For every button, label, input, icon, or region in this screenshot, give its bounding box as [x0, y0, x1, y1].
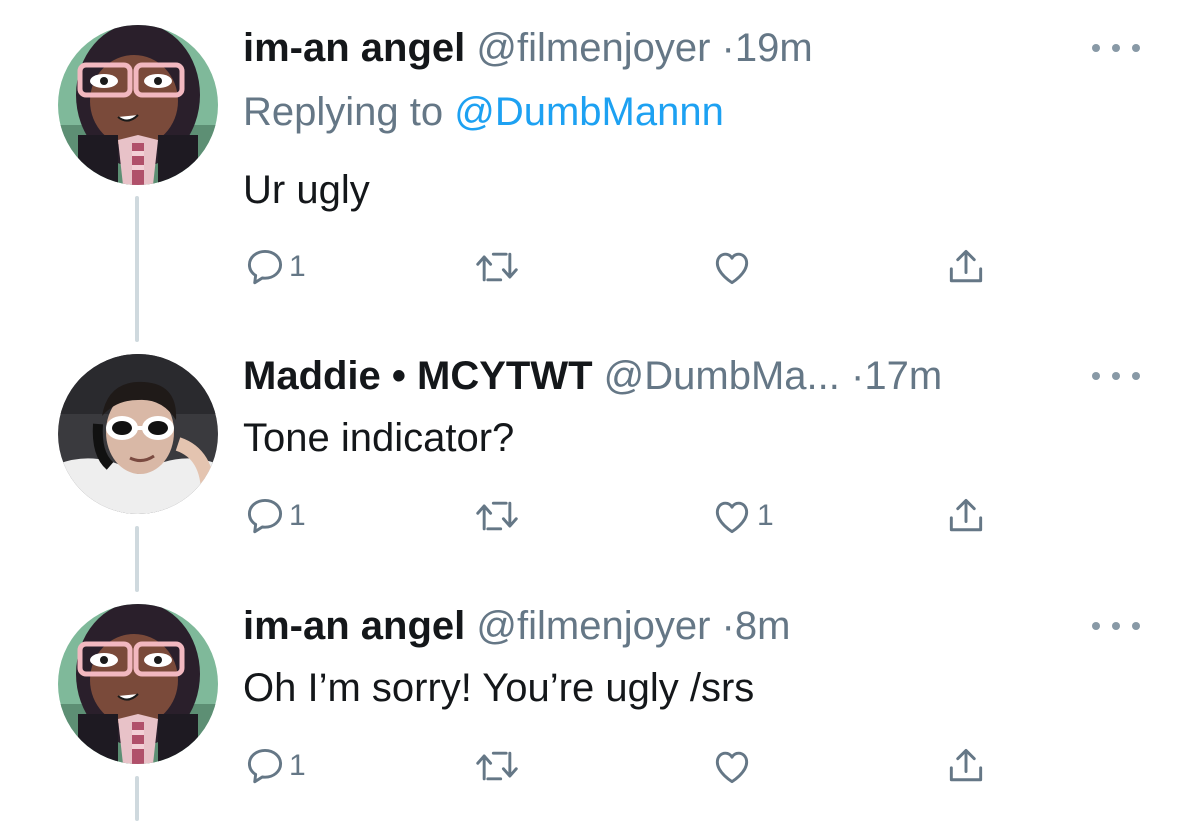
reply-button[interactable]: 1: [243, 494, 306, 538]
tweet-header: im-an angel @filmenjoyer ·8m: [243, 602, 790, 650]
like-button[interactable]: [709, 744, 757, 788]
share-icon: [949, 498, 983, 532]
tweet-header: Maddie • MCYTWT @DumbMa... ·17m: [243, 352, 942, 400]
like-icon: [715, 501, 749, 534]
like-icon: [715, 751, 749, 784]
more-icon[interactable]: [1092, 364, 1140, 388]
tweet-text: Oh I’m sorry! You’re ugly /srs: [243, 666, 755, 710]
reply-button[interactable]: 1: [243, 744, 306, 788]
handle[interactable]: @filmenjoyer: [476, 26, 710, 70]
like-icon: [715, 252, 749, 285]
share-button[interactable]: [943, 245, 989, 289]
tweet-text: Ur ugly: [243, 168, 370, 212]
more-icon[interactable]: [1092, 614, 1140, 638]
reply-count: 1: [289, 749, 306, 782]
person-sunglasses-avatar-image: [58, 354, 218, 514]
reply-count: 1: [289, 499, 306, 532]
cartoon-girl-avatar-image: [58, 25, 218, 185]
display-name[interactable]: im-an angel: [243, 26, 465, 70]
timestamp[interactable]: 17m: [864, 354, 942, 398]
tweet[interactable]: im-an angel @filmenjoyer ·19m Replying t…: [0, 0, 1200, 330]
separator-dot: ·: [721, 26, 735, 70]
replying-to: Replying to @DumbMannn: [243, 88, 724, 136]
tweet[interactable]: im-an angel @filmenjoyer ·8m Oh I’m sorr…: [0, 590, 1200, 821]
cartoon-girl-avatar-image: [58, 604, 218, 764]
like-button[interactable]: 1: [709, 494, 774, 538]
avatar[interactable]: [58, 354, 218, 514]
handle[interactable]: @DumbMa...: [604, 354, 840, 398]
display-name[interactable]: im-an angel: [243, 604, 465, 648]
reply-count: 1: [289, 250, 306, 283]
replying-to-mention[interactable]: @DumbMannn: [454, 90, 724, 134]
share-button[interactable]: [943, 744, 989, 788]
tweet-header: im-an angel @filmenjoyer ·19m: [243, 24, 813, 72]
like-count: 1: [757, 499, 774, 532]
tweet[interactable]: Maddie • MCYTWT @DumbMa... ·17m Tone ind…: [0, 340, 1200, 590]
share-icon: [949, 748, 983, 782]
display-name[interactable]: Maddie • MCYTWT: [243, 354, 593, 398]
avatar[interactable]: [58, 604, 218, 764]
share-button[interactable]: [943, 494, 989, 538]
action-bar: 1: [243, 245, 1003, 289]
handle[interactable]: @filmenjoyer: [476, 604, 710, 648]
retweet-button[interactable]: [473, 494, 521, 538]
separator-dot: ·: [851, 354, 865, 398]
timestamp[interactable]: 8m: [735, 604, 791, 648]
action-bar: 1: [243, 744, 1003, 788]
retweet-button[interactable]: [473, 744, 521, 788]
reply-button[interactable]: 1: [243, 245, 306, 289]
action-bar: 1 1: [243, 494, 1003, 538]
tweet-text: Tone indicator?: [243, 416, 515, 460]
reply-icon: [247, 249, 283, 285]
retweet-button[interactable]: [473, 245, 521, 289]
timestamp[interactable]: 19m: [735, 26, 813, 70]
avatar[interactable]: [58, 25, 218, 185]
more-icon[interactable]: [1092, 36, 1140, 60]
like-button[interactable]: [709, 245, 757, 289]
retweet-icon: [476, 751, 518, 781]
separator-dot: ·: [721, 604, 735, 648]
retweet-icon: [476, 252, 518, 282]
reply-icon: [247, 498, 283, 534]
replying-to-label: Replying to: [243, 90, 444, 134]
reply-icon: [247, 748, 283, 784]
retweet-icon: [476, 501, 518, 531]
share-icon: [949, 249, 983, 283]
